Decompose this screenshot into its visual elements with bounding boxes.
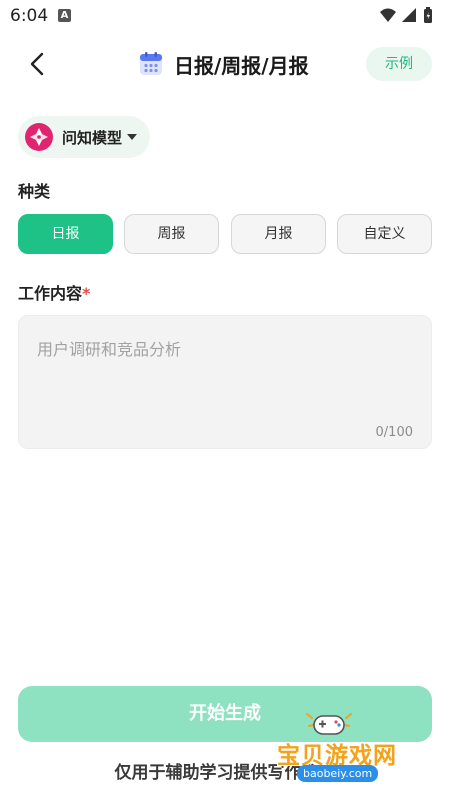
status-time: 6:04	[10, 6, 49, 26]
notification-icon: A	[58, 9, 71, 22]
work-content-placeholder: 用户调研和竞品分析	[37, 340, 182, 359]
content-section-label: 工作内容*	[18, 280, 90, 304]
title-area: 日报/周报/月报	[138, 48, 309, 80]
status-icons	[380, 7, 432, 23]
work-content-input[interactable]: 用户调研和竞品分析 0/100	[18, 315, 432, 449]
required-mark: *	[82, 284, 91, 303]
type-option-weekly[interactable]: 周报	[124, 214, 219, 254]
model-selector[interactable]: 问知模型	[18, 116, 150, 158]
type-option-monthly[interactable]: 月报	[231, 214, 326, 254]
type-option-daily[interactable]: 日报	[18, 214, 113, 254]
type-section-label: 种类	[18, 182, 51, 201]
type-options: 日报 周报 月报 自定义	[18, 214, 432, 254]
status-bar: 6:04 A	[0, 0, 450, 32]
gamepad-icon	[306, 713, 352, 735]
chevron-left-icon[interactable]	[22, 48, 54, 80]
example-button[interactable]: 示例	[366, 47, 432, 81]
battery-icon	[424, 7, 432, 23]
watermark-url: baobeiy.com	[297, 765, 379, 782]
model-logo-icon	[25, 123, 53, 151]
watermark: 宝贝游戏网 baobeiy.com	[275, 706, 425, 786]
char-counter: 0/100	[375, 425, 413, 440]
page-title: 日报/周报/月报	[174, 53, 309, 78]
type-option-custom[interactable]: 自定义	[337, 214, 432, 254]
header: 日报/周报/月报 示例	[0, 40, 450, 88]
signal-icon	[402, 8, 416, 22]
content-label-text: 工作内容	[18, 284, 83, 303]
calendar-icon	[140, 52, 162, 75]
wifi-icon	[380, 8, 396, 22]
model-label: 问知模型	[62, 128, 123, 147]
caret-down-icon	[127, 134, 138, 140]
